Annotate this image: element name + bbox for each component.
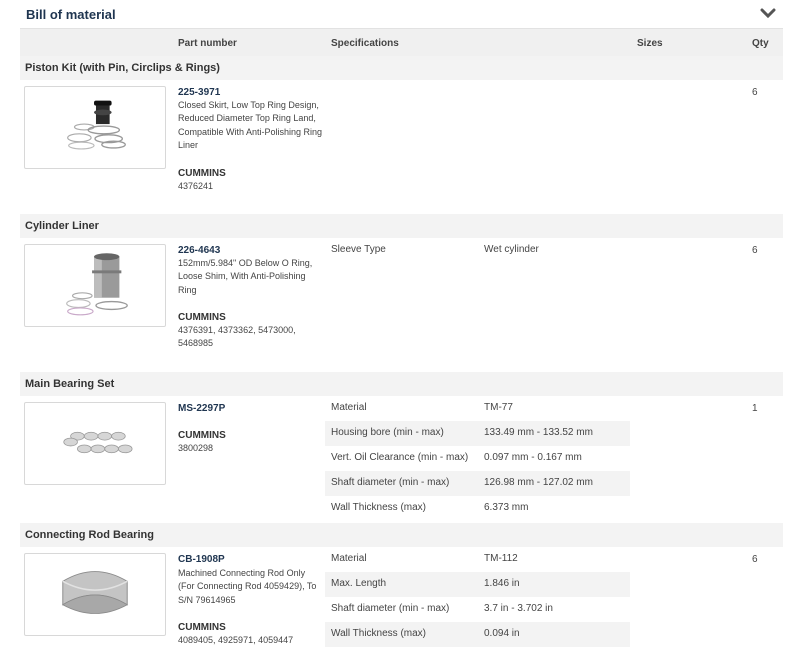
spec-label: Wall Thickness (max) [331,502,427,513]
qty-value: 6 [752,245,758,256]
spec-label: Shaft diameter (min - max) [331,603,450,614]
page-title: Bill of material [26,7,116,22]
bill-of-material-header: Bill of material [0,0,800,28]
oem-numbers: 4089405, 4925971, 4059447 [178,635,294,645]
part-number-link[interactable]: 225-3971 [178,87,220,98]
spec-row: Sleeve Type Wet cylinder [325,238,630,263]
column-header-sizes: Sizes [637,38,663,49]
qty-value: 6 [752,87,758,98]
section-title-text: Connecting Rod Bearing [25,529,154,541]
spec-value: 3.7 in - 3.702 in [484,603,553,614]
part-description: Machined Connecting Rod Only (For Connec… [178,568,317,605]
part-description: Closed Skirt, Low Top Ring Design, Reduc… [178,100,323,151]
brand-name: CUMMINS [178,622,226,633]
spec-row: Housing bore (min - max) 133.49 mm - 133… [325,421,630,446]
qty-value: 6 [752,554,758,565]
section-title-cylinder-liner: Cylinder Liner [20,214,783,238]
spec-row: Material TM-112 [325,547,630,572]
qty-value: 1 [752,403,758,414]
chevron-down-icon[interactable] [760,6,776,20]
spec-value: TM-77 [484,402,513,413]
spec-label: Material [331,402,367,413]
spec-row: Vert. Oil Clearance (min - max) 0.097 mm… [325,446,630,471]
spec-row: Shaft diameter (min - max) 3.7 in - 3.70… [325,597,630,622]
spec-value: TM-112 [484,553,518,564]
oem-numbers: 3800298 [178,443,214,453]
spec-value: 6.373 mm [484,502,529,513]
section-title-text: Piston Kit (with Pin, Circlips & Rings) [25,62,220,74]
spec-label: Max. Length [331,578,387,589]
spec-label: Material [331,553,367,564]
spec-row: Material TM-77 [325,396,630,421]
connecting-rod-bearing-image[interactable] [24,553,166,636]
spec-label: Wall Thickness (max) [331,628,427,639]
spec-value: 126.98 mm - 127.02 mm [484,477,593,488]
section-title-connecting-rod-bearing: Connecting Rod Bearing [20,523,783,547]
spec-label: Housing bore (min - max) [331,427,444,438]
section-title-main-bearing-set: Main Bearing Set [20,372,783,396]
spec-value: 1.846 in [484,578,520,589]
brand-name: CUMMINS [178,168,226,179]
section-title-piston-kit: Piston Kit (with Pin, Circlips & Rings) [20,56,783,80]
brand-name: CUMMINS [178,430,226,441]
spec-row: Max. Length 1.846 in [325,572,630,597]
table-header: Part number Specifications Sizes Qty [20,28,783,56]
oem-numbers: 4376241 [178,181,214,191]
spec-row: Wall Thickness (max) 6.373 mm [325,496,630,521]
section-title-text: Cylinder Liner [25,220,99,232]
part-description: 152mm/5.984" OD Below O Ring, Loose Shim… [178,258,313,295]
part-number-link[interactable]: MS-2297P [178,403,225,414]
column-header-specifications: Specifications [331,38,399,49]
spec-value: 0.097 mm - 0.167 mm [484,452,582,463]
spec-label: Vert. Oil Clearance (min - max) [331,452,469,463]
brand-name: CUMMINS [178,312,226,323]
piston-kit-image[interactable] [24,86,166,169]
spec-label: Shaft diameter (min - max) [331,477,450,488]
oem-numbers: 4376391, 4373362, 5473000, 5468985 [178,325,296,349]
spec-value: Wet cylinder [484,244,539,255]
section-title-text: Main Bearing Set [25,378,115,390]
spec-row: Wall Thickness (max) 0.094 in [325,622,630,647]
part-number-link[interactable]: CB-1908P [178,554,225,565]
spec-row: Shaft diameter (min - max) 126.98 mm - 1… [325,471,630,496]
cylinder-liner-image[interactable] [24,244,166,327]
spec-value: 0.094 in [484,628,520,639]
spec-value: 133.49 mm - 133.52 mm [484,427,593,438]
column-header-qty: Qty [752,38,769,49]
main-bearing-set-image[interactable] [24,402,166,485]
spec-label: Sleeve Type [331,244,386,255]
column-header-part-number: Part number [178,38,237,49]
part-number-link[interactable]: 226-4643 [178,245,220,256]
